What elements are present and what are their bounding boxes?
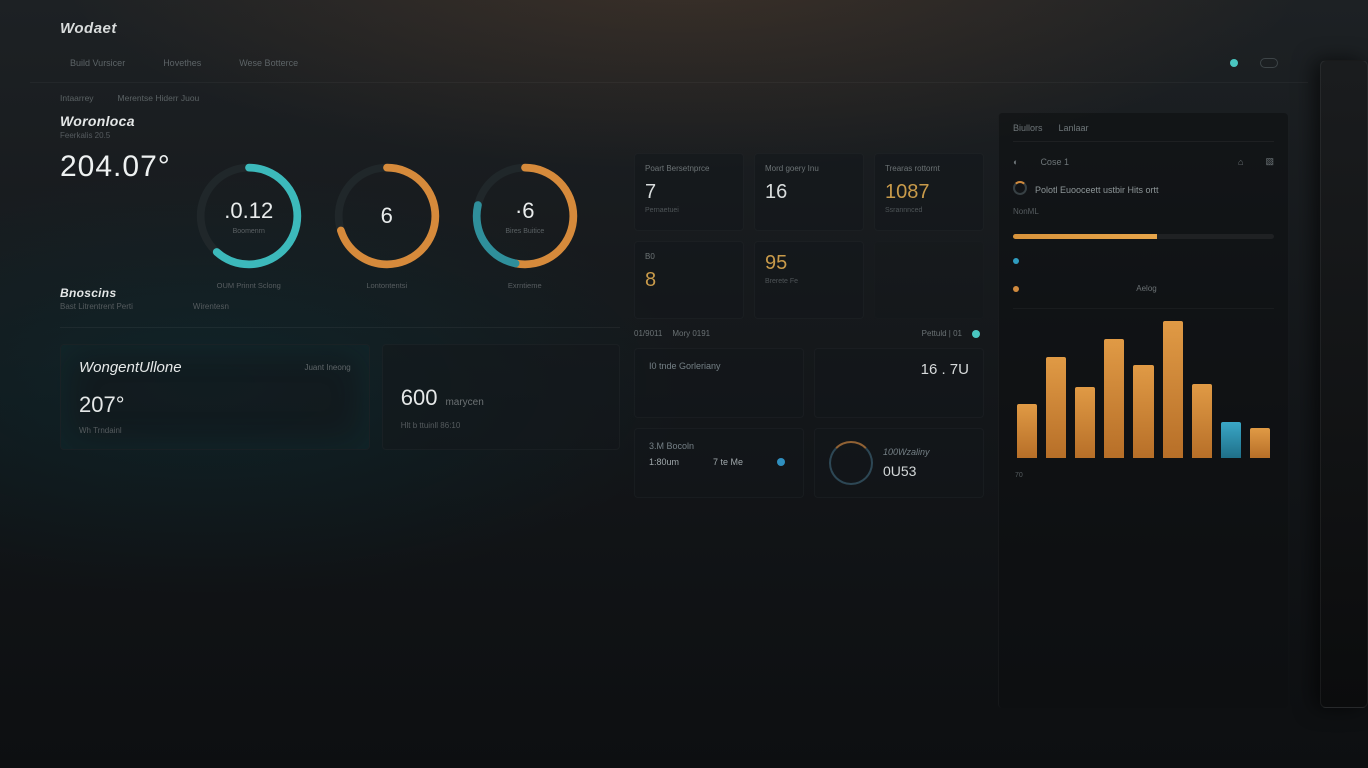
- bar-7[interactable]: [1221, 422, 1241, 458]
- long-card-1[interactable]: I0 tnde Gorleriany: [634, 348, 804, 418]
- gauge-3-label: Exrntieme: [467, 281, 583, 290]
- bar-1[interactable]: [1046, 357, 1066, 458]
- mini-card-4[interactable]: B08: [634, 241, 744, 319]
- right-tab-1[interactable]: Biullors: [1013, 123, 1043, 133]
- spinner-icon: [1013, 181, 1027, 195]
- long-card-2[interactable]: 16 . 7U: [814, 348, 984, 418]
- gauge-2-value: 6: [381, 203, 393, 229]
- bar-chart-axis: 70: [1013, 468, 1274, 479]
- bar-4[interactable]: [1133, 365, 1153, 458]
- card-wongent-bottom: Wh Trndainl: [79, 426, 351, 435]
- headline-value: 204.07°: [60, 150, 171, 184]
- toggle-icon[interactable]: [1260, 58, 1278, 68]
- mid-metrics-column: Poart Bersetnprce7Pernaetuei Mord goery …: [634, 113, 984, 708]
- section-subtitle-primary: Feerkalis 20.5: [60, 131, 620, 140]
- dot-indicator-icon: [972, 330, 980, 338]
- mini-card-1[interactable]: Poart Bersetnprce7Pernaetuei: [634, 153, 744, 231]
- top-tab-3[interactable]: Wese Botterce: [229, 52, 308, 74]
- mini-card-2[interactable]: Mord goery Inu16: [754, 153, 864, 231]
- card-secondary-unit: marycen: [445, 397, 483, 408]
- status-indicator-icon: [1230, 58, 1242, 68]
- mini-card-6[interactable]: [874, 241, 984, 319]
- mini-card-3[interactable]: Trearas rottornt1087Ssrannnced: [874, 153, 984, 231]
- stat-row-1: [1013, 253, 1274, 269]
- sub-navbar: Intaarrey Merentse Hiderr Juou: [30, 83, 1308, 113]
- subnav-item-2[interactable]: Merentse Hiderr Juou: [118, 93, 200, 103]
- progress-bar[interactable]: [1013, 234, 1274, 239]
- app-brand: Wodaet: [30, 10, 1308, 43]
- stat-row-2: Aelog: [1013, 279, 1274, 298]
- top-tab-2[interactable]: Hovethes: [153, 52, 211, 74]
- card-wongent-value: 207°: [79, 392, 125, 418]
- gauge-row: .0.12Boomenrn OUM Prinnt Sclong 6 Lonton…: [191, 158, 583, 274]
- topbar: Build Vursicer Hovethes Wese Botterce: [30, 43, 1308, 83]
- bar-0[interactable]: [1017, 404, 1037, 458]
- gauge-3[interactable]: ·6Bires Buitice Exrntieme: [467, 158, 583, 274]
- card-wongent[interactable]: WongentUllone Juant Ineong 207° Wh Trnda…: [60, 344, 370, 450]
- long-card-4[interactable]: 100Wzaliny 0U53: [814, 428, 984, 498]
- bar-6[interactable]: [1192, 384, 1212, 458]
- right-opt-label[interactable]: Cose 1: [1040, 157, 1069, 167]
- card-secondary[interactable]: 600 marycen Hlt b ttuinll 86:10: [382, 344, 620, 450]
- small-dot-icon: [777, 458, 785, 466]
- right-panel-title: Polotl Euooceett ustbir Hits ortt: [1035, 185, 1159, 195]
- stat-dot-icon: [1013, 286, 1019, 292]
- gauge-3-sub: Bires Buitice: [505, 228, 544, 235]
- device-bezel: [1320, 60, 1368, 708]
- bar-2[interactable]: [1075, 387, 1095, 459]
- card-secondary-bottom: Hlt b ttuinll 86:10: [401, 421, 601, 430]
- section-sub-right: Wirentesn: [193, 302, 229, 311]
- dashboard-screen: Wodaet Build Vursicer Hovethes Wese Bott…: [30, 10, 1308, 718]
- card-secondary-value: 600: [401, 385, 438, 411]
- bar-8[interactable]: [1250, 428, 1270, 458]
- swirl-loader-icon: [829, 441, 873, 485]
- bar-5[interactable]: [1163, 321, 1183, 458]
- gauge-2-label: Lontontentsi: [329, 281, 445, 290]
- right-panel-sub: NonML: [1013, 207, 1274, 216]
- top-tab-1[interactable]: Build Vursicer: [60, 52, 135, 74]
- gauge-1-value: .0.12: [224, 198, 273, 224]
- gauge-3-value: ·6: [515, 198, 535, 224]
- section-sub-secondary: Bast Litrentrent Perti: [60, 302, 133, 311]
- gauge-1-sub: Boomenrn: [233, 228, 265, 235]
- gauge-1[interactable]: .0.12Boomenrn OUM Prinnt Sclong: [191, 158, 307, 274]
- card-wongent-right: Juant Ineong: [304, 363, 350, 372]
- bar-chart: [1013, 308, 1274, 458]
- card-wongent-title: WongentUllone: [79, 359, 182, 376]
- right-opt-icon[interactable]: ◐: [1013, 157, 1018, 167]
- home-icon[interactable]: ⌂: [1238, 157, 1243, 167]
- stat-dot-icon: [1013, 258, 1019, 264]
- long-card-3[interactable]: 3.M Bocoln 1:80um7 te Me: [634, 428, 804, 498]
- mini-card-5[interactable]: 95Brerete Fe: [754, 241, 864, 319]
- gauge-1-label: OUM Prinnt Sclong: [191, 281, 307, 290]
- grid-icon[interactable]: ▧: [1265, 156, 1274, 167]
- gauge-2[interactable]: 6 Lontontentsi: [329, 158, 445, 274]
- right-tab-2[interactable]: Lanlaar: [1059, 123, 1089, 133]
- section-title-primary: Woronloca: [60, 113, 620, 129]
- main-metrics-column: Woronloca Feerkalis 20.5 204.07° .0.12 Bo…: [60, 113, 620, 708]
- subnav-item-1[interactable]: Intaarrey: [60, 93, 94, 103]
- mid-row-labels: 01/9011 Mory 0191 Pettuld | 01: [634, 329, 984, 338]
- right-panel: Biullors Lanlaar ◐ Cose 1 ⌂ ▧ Polotl Euo…: [998, 113, 1288, 708]
- bar-3[interactable]: [1104, 339, 1124, 458]
